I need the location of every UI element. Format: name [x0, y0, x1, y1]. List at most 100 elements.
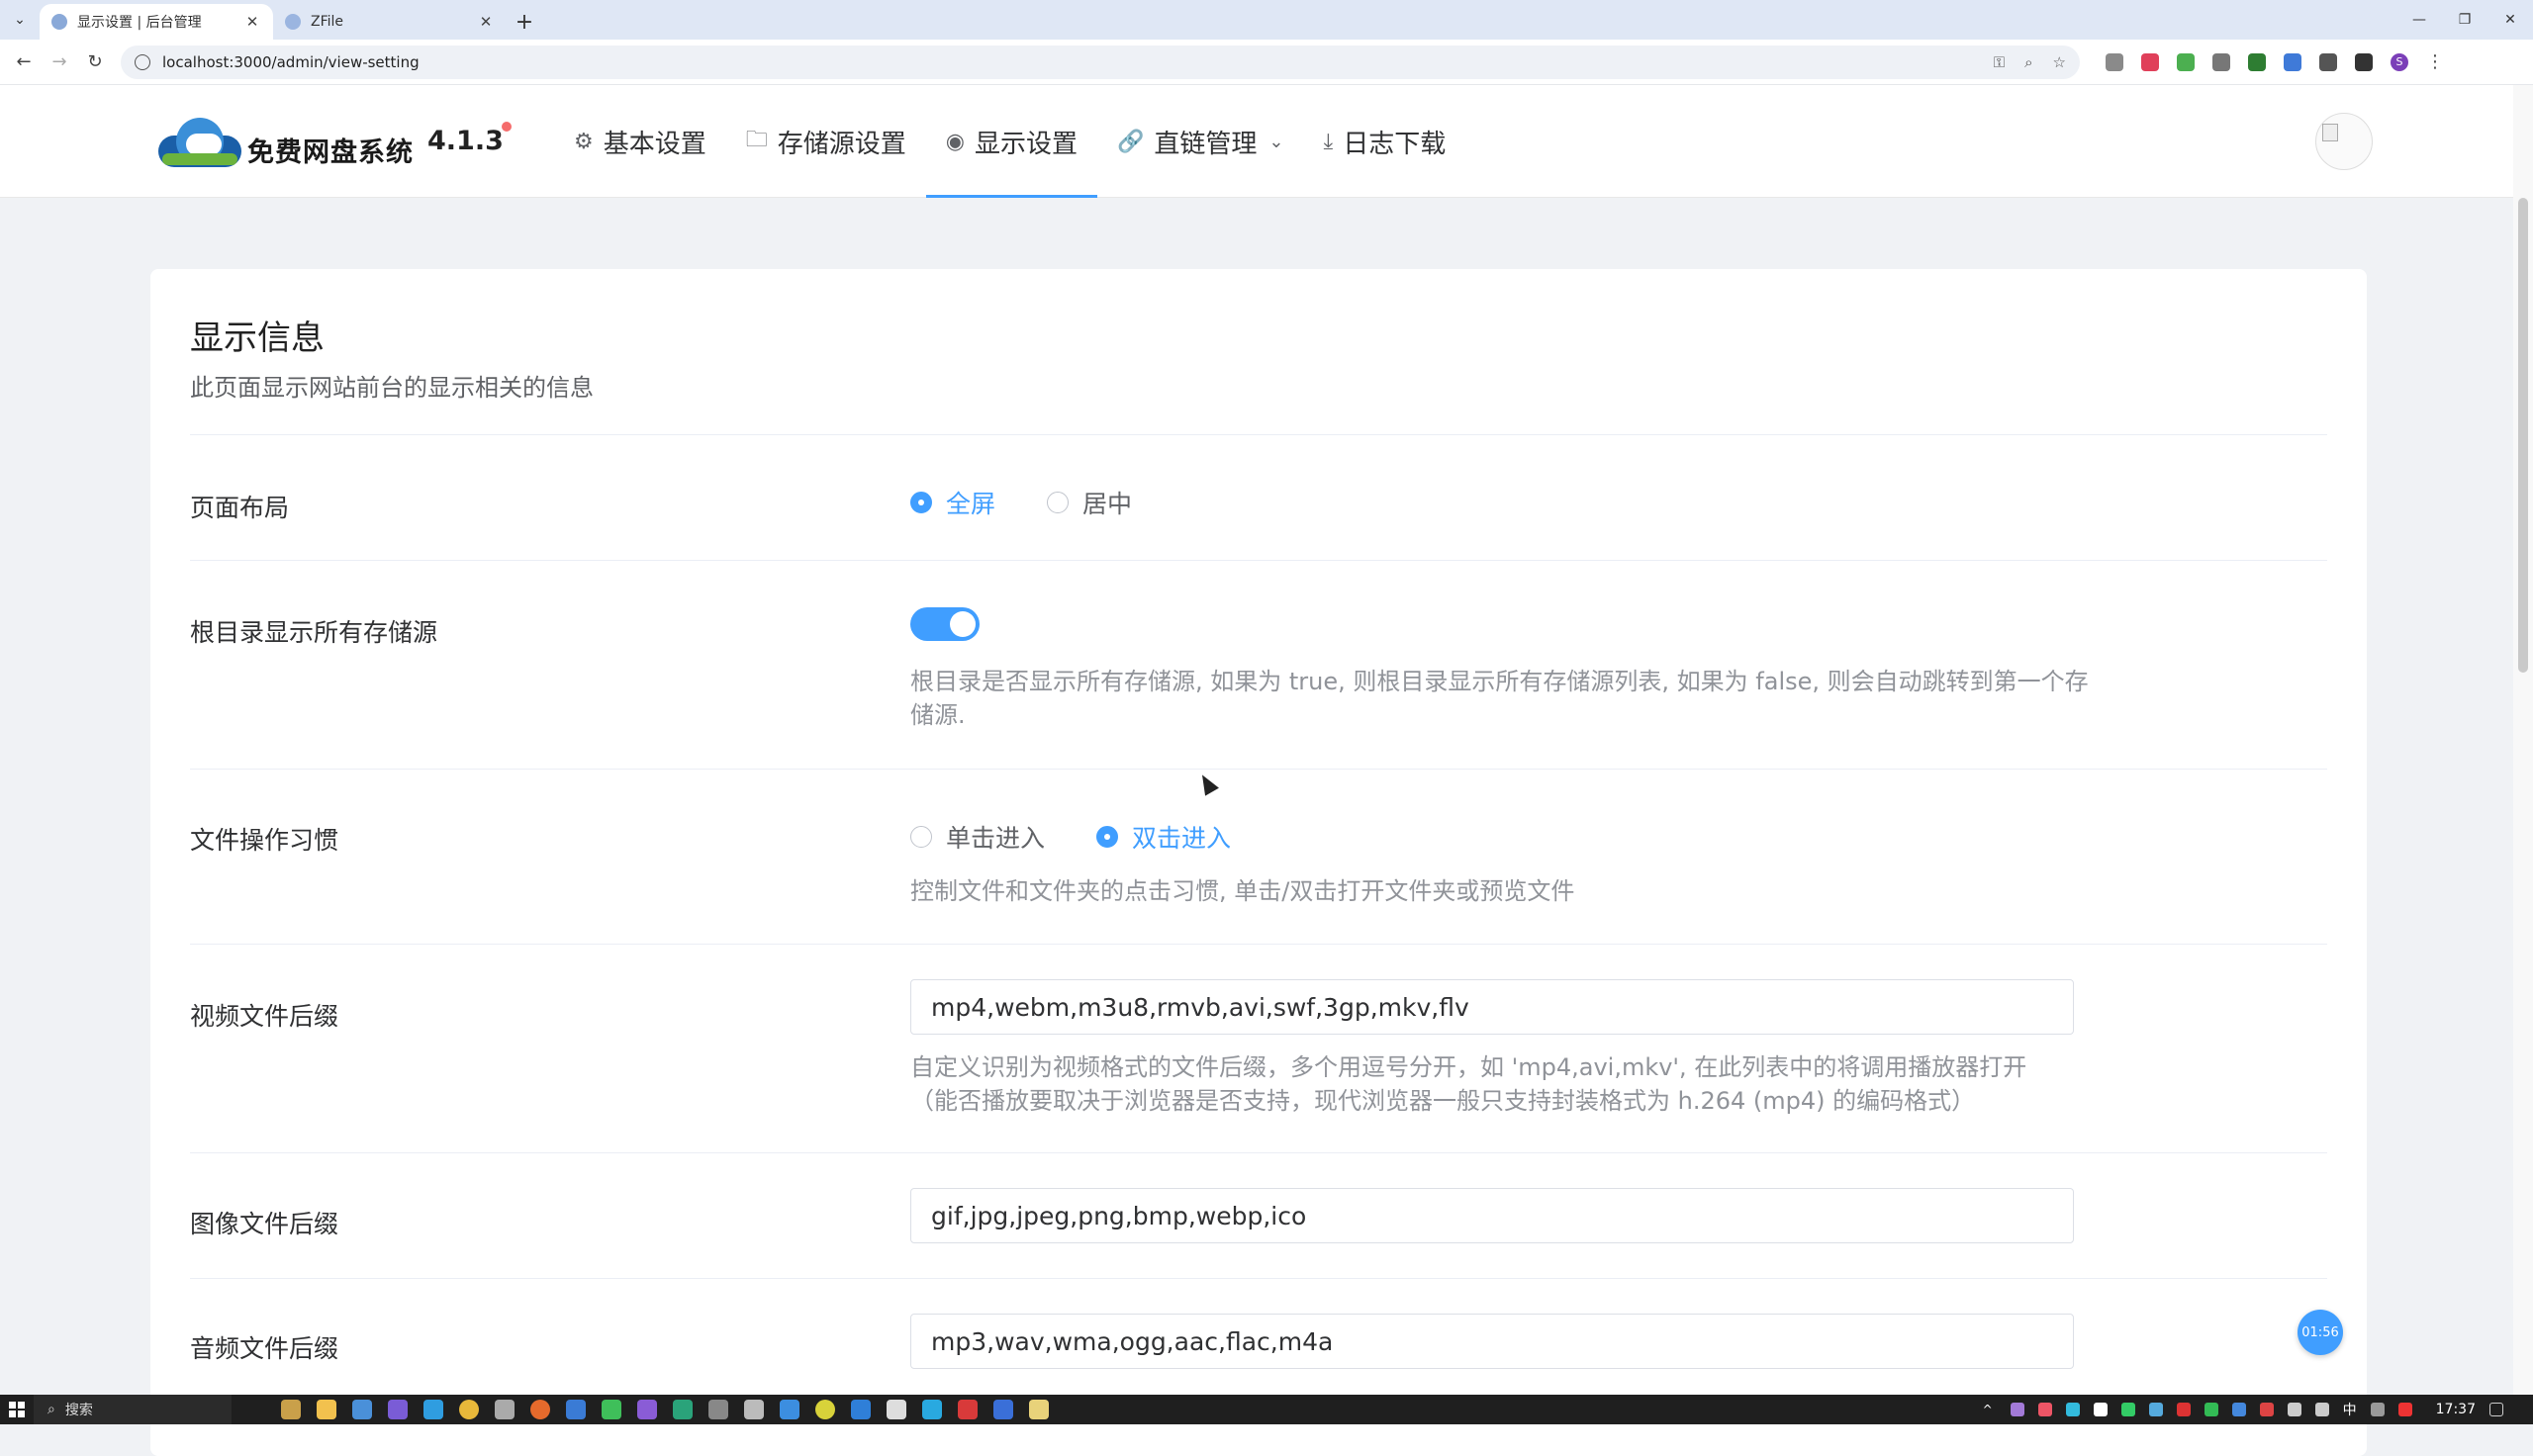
page-subtitle: 此页面显示网站前台的显示相关的信息 — [190, 374, 594, 402]
extension-icon[interactable] — [2177, 52, 2195, 71]
forward-icon[interactable]: → — [42, 45, 77, 80]
app-icon[interactable] — [958, 1400, 978, 1419]
browser-tab-active[interactable]: 显示设置 | 后台管理 ✕ — [40, 4, 273, 40]
app-icon[interactable] — [673, 1400, 693, 1419]
app-icon[interactable] — [851, 1400, 871, 1419]
reload-icon[interactable]: ↻ — [77, 45, 113, 80]
close-icon[interactable]: ✕ — [243, 13, 261, 31]
windows-start-icon[interactable] — [0, 1395, 34, 1424]
ime-indicator[interactable]: 中 — [2343, 1400, 2357, 1419]
video-ext-input[interactable]: mp4,webm,m3u8,rmvb,avi,swf,3gp,mkv,flv — [910, 979, 2074, 1035]
key-icon[interactable]: ⚿ — [1994, 53, 2005, 71]
app-icon[interactable] — [388, 1400, 408, 1419]
wechat-tray-icon[interactable] — [2204, 1403, 2218, 1416]
url-input[interactable]: localhost:3000/admin/view-setting ⚿ ⌕ ☆ — [121, 45, 2080, 79]
tray-app-icon[interactable] — [2093, 1403, 2108, 1416]
notepad-icon[interactable] — [1029, 1400, 1049, 1419]
app-icon[interactable] — [423, 1400, 443, 1419]
file-habit-label: 文件操作习惯 — [190, 826, 339, 855]
back-icon[interactable]: ← — [6, 45, 42, 80]
sogou-icon[interactable] — [2397, 1403, 2412, 1416]
tray-app-icon[interactable] — [2370, 1403, 2385, 1416]
network-icon[interactable] — [2287, 1403, 2301, 1416]
radio-fullscreen[interactable]: 全屏 — [910, 485, 995, 520]
root-show-help: 根目录是否显示所有存储源, 如果为 true, 则根目录显示所有存储源列表, 如… — [910, 668, 2089, 729]
tray-chevron-icon[interactable]: ^ — [1983, 1403, 1997, 1416]
app-icon[interactable] — [780, 1400, 799, 1419]
restore-icon[interactable]: ❐ — [2442, 0, 2487, 40]
tray-app-icon[interactable] — [2037, 1403, 2052, 1416]
app-icon[interactable] — [922, 1400, 942, 1419]
tray-app-icon[interactable] — [2259, 1403, 2274, 1416]
tray-app-icon[interactable] — [2065, 1403, 2080, 1416]
layout-radio-group: 全屏 居中 — [910, 485, 1183, 520]
radio-circle — [1047, 492, 1070, 513]
menu-item-log-download[interactable]: ⤓ 日志下载 — [1304, 85, 1466, 198]
page-scrollbar-thumb[interactable] — [2518, 198, 2528, 673]
shield-icon[interactable] — [2141, 52, 2159, 71]
bookmark-star-icon[interactable]: ☆ — [2053, 53, 2066, 71]
profile-avatar-icon[interactable]: S — [2391, 52, 2408, 71]
divider — [190, 560, 2327, 561]
app-icon[interactable] — [744, 1400, 764, 1419]
audio-ext-input[interactable]: mp3,wav,wma,ogg,aac,flac,m4a — [910, 1314, 2074, 1369]
clock[interactable]: 17:37 — [2436, 1402, 2476, 1417]
window-close-icon[interactable]: ✕ — [2487, 0, 2533, 40]
minimize-icon[interactable]: — — [2396, 0, 2442, 40]
notification-icon[interactable] — [2489, 1403, 2503, 1416]
tray-app-icon[interactable] — [2148, 1403, 2163, 1416]
download-icon: ⤓ — [1323, 129, 1334, 154]
menu-item-direct-link[interactable]: 🔗 直链管理 ⌄ — [1097, 85, 1304, 198]
radio-double-click[interactable]: 双击进入 — [1096, 819, 1231, 855]
app-icon[interactable] — [352, 1400, 372, 1419]
app-icon[interactable] — [993, 1400, 1013, 1419]
taskbar-apps — [281, 1400, 1049, 1419]
zoom-icon[interactable]: ⌕ — [2024, 53, 2032, 71]
file-explorer-icon[interactable] — [317, 1400, 336, 1419]
timer-badge[interactable]: 01:56 — [2298, 1310, 2343, 1355]
app-icon[interactable] — [815, 1400, 835, 1419]
tab-title: ZFile — [311, 14, 344, 30]
tray-app-icon[interactable] — [2176, 1403, 2191, 1416]
app-icon[interactable] — [637, 1400, 657, 1419]
app-icon[interactable] — [708, 1400, 728, 1419]
chrome-icon[interactable] — [459, 1400, 479, 1419]
vue-devtools-icon[interactable] — [2248, 52, 2266, 71]
page-title: 显示信息 — [190, 318, 325, 358]
app-icon[interactable] — [566, 1400, 586, 1419]
extension-icon[interactable] — [2212, 52, 2230, 71]
tab-search-chevron-icon[interactable]: ⌄ — [0, 0, 40, 40]
tray-app-icon[interactable] — [2010, 1403, 2024, 1416]
logo[interactable]: 免费网盘系统 4.1.3 — [158, 113, 512, 169]
wechat-icon[interactable] — [602, 1400, 621, 1419]
volume-icon[interactable] — [2314, 1403, 2329, 1416]
site-info-icon[interactable] — [135, 53, 150, 70]
tray-app-icon[interactable] — [2231, 1403, 2246, 1416]
app-icon[interactable] — [281, 1400, 301, 1419]
sidebar-icon[interactable] — [2355, 52, 2373, 71]
avatar[interactable] — [2315, 113, 2373, 170]
update-dot — [501, 122, 512, 132]
radio-single-click[interactable]: 单击进入 — [910, 819, 1045, 855]
menu-item-basic-settings[interactable]: ⚙ 基本设置 — [554, 85, 726, 198]
radio-center[interactable]: 居中 — [1047, 485, 1132, 520]
camera-icon[interactable] — [2106, 52, 2123, 71]
puzzle-icon[interactable] — [2319, 52, 2337, 71]
taskbar-search[interactable]: ⌕ 搜索 — [34, 1395, 232, 1424]
firefox-icon[interactable] — [530, 1400, 550, 1419]
app-icon[interactable] — [887, 1400, 906, 1419]
image-ext-input[interactable]: gif,jpg,jpeg,png,bmp,webp,ico — [910, 1188, 2074, 1243]
tray-app-icon[interactable] — [2120, 1403, 2135, 1416]
menu-item-display-settings[interactable]: ◉ 显示设置 — [925, 85, 1098, 198]
translate-icon[interactable] — [2284, 52, 2301, 71]
menu-item-storage-settings[interactable]: 🗀 存储源设置 — [726, 85, 926, 198]
link-icon: 🔗 — [1117, 129, 1145, 154]
new-tab-button[interactable]: + — [507, 4, 542, 40]
toggle-knob — [950, 611, 976, 637]
root-show-toggle[interactable] — [910, 607, 980, 641]
close-icon[interactable]: ✕ — [477, 13, 495, 31]
menu-kebab-icon[interactable]: ⋮ — [2426, 51, 2444, 72]
browser-tab[interactable]: ZFile ✕ — [273, 4, 507, 40]
app-icon[interactable] — [495, 1400, 515, 1419]
gear-icon: ⚙ — [574, 129, 594, 154]
